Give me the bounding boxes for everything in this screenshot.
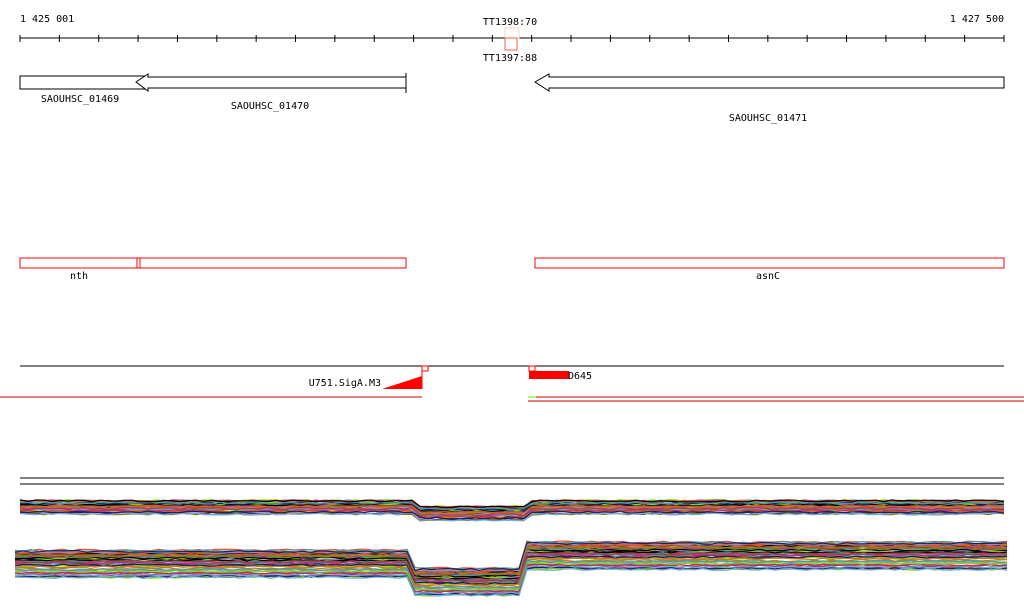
gene-label: SAOUHSC_01471	[729, 113, 807, 124]
ruler-start-label: 1 425 001	[20, 14, 74, 25]
gene-name-label: nth	[70, 271, 88, 282]
gene-name-label: asnC	[756, 271, 780, 282]
gene-label: SAOUHSC_01469	[41, 94, 119, 105]
gene-SAOUHSC_01470[interactable]	[135, 73, 407, 92]
gene-name-nth-box[interactable]	[19, 257, 407, 269]
gene-name-track[interactable]: nth asnC	[19, 257, 1005, 282]
ruler-end-label: 1 427 500	[950, 14, 1004, 25]
feature-track[interactable]: U751.SigA.M3 D645	[0, 365, 1024, 402]
coverage-lower	[14, 540, 1008, 597]
feature-label: U751.SigA.M3	[309, 378, 381, 389]
terminator-label: TT1398:70	[483, 17, 537, 28]
gene-SAOUHSC_01469[interactable]	[19, 75, 149, 90]
gene-SAOUHSC_01471[interactable]	[534, 73, 1005, 92]
genome-browser-view[interactable]: 1 425 001 1 427 500 TT1398:70 TT1397:88 …	[0, 0, 1024, 611]
gene-name-asnC-box[interactable]	[534, 257, 1005, 269]
terminator-TT1398[interactable]	[504, 27, 520, 39]
terminator-TT1397[interactable]	[504, 37, 518, 51]
feature-D645[interactable]	[529, 371, 569, 379]
coverage-track[interactable]	[14, 477, 1008, 597]
terminator-label: TT1397:88	[483, 53, 537, 64]
coverage-upper	[19, 499, 1005, 522]
gene-track[interactable]: SAOUHSC_01469 SAOUHSC_01470 SAOUHSC_0147…	[19, 73, 1005, 124]
feature-U751-promoter[interactable]	[382, 376, 422, 389]
feature-label: D645	[568, 371, 592, 382]
gene-label: SAOUHSC_01470	[231, 101, 309, 112]
terminator-track[interactable]: TT1398:70 TT1397:88	[483, 17, 537, 64]
